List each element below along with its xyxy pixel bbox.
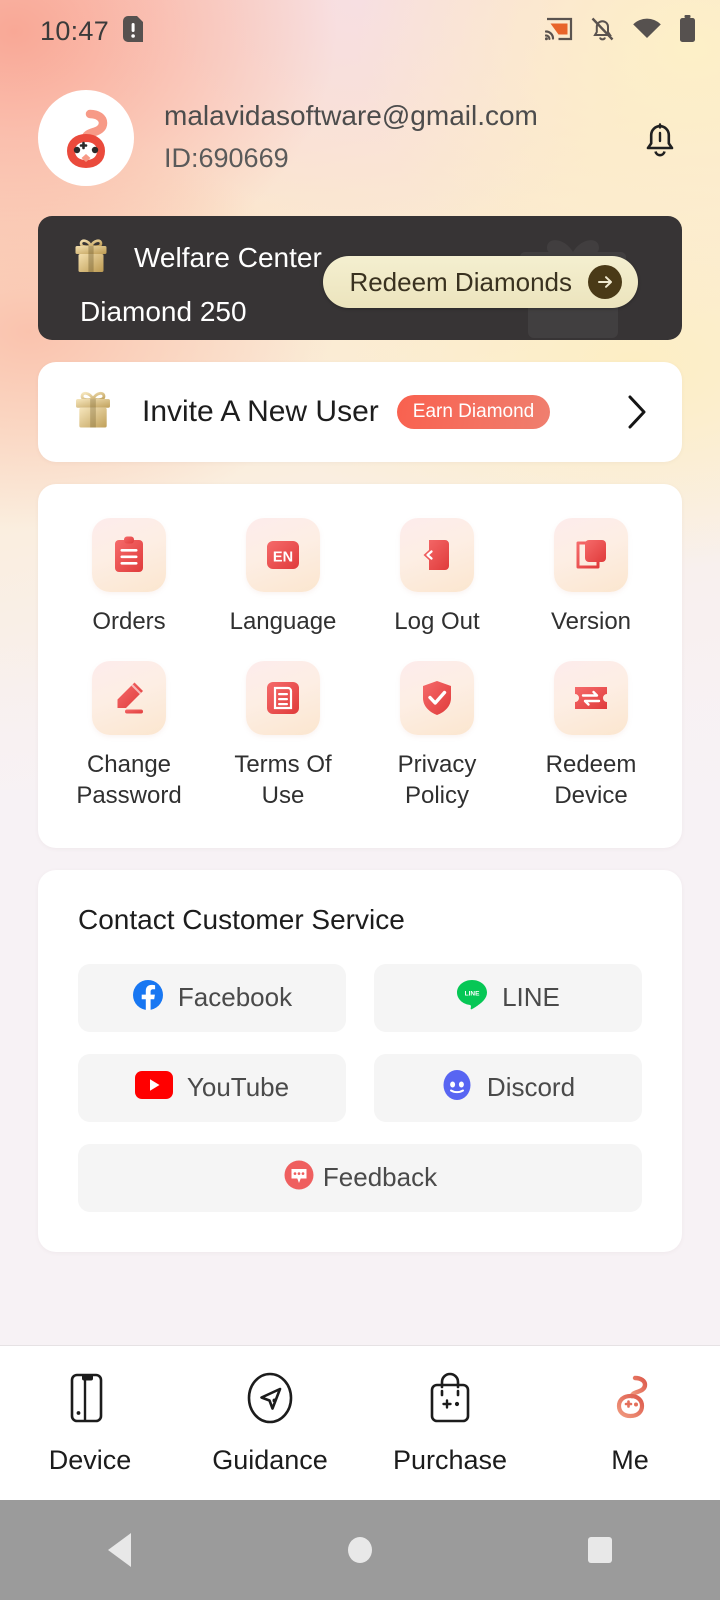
- contact-discord-button[interactable]: Discord: [374, 1053, 642, 1122]
- wifi-icon: [632, 17, 662, 45]
- contact-title: Contact Customer Service: [78, 903, 405, 935]
- menu-grid: Orders EN Language Log Out Version Chang…: [38, 484, 682, 848]
- status-bar: 10:47: [0, 0, 720, 62]
- account-id: ID:690669: [164, 143, 289, 174]
- gift-box-icon: [70, 235, 112, 282]
- app-logo-icon: [602, 1370, 658, 1431]
- redeem-diamonds-label: Redeem Diamonds: [349, 266, 572, 297]
- tab-guidance[interactable]: Guidance: [180, 1370, 360, 1476]
- account-email: malavidasoftware@gmail.com: [164, 99, 538, 131]
- menu-label: Version: [550, 608, 632, 635]
- contact-feedback-button[interactable]: Feedback: [78, 1143, 642, 1212]
- contact-label: Discord: [486, 1072, 576, 1103]
- menu-item-change-password[interactable]: Change Password: [52, 655, 206, 821]
- status-bar-clock: 10:47: [40, 15, 110, 46]
- menu-item-terms-of-use[interactable]: Terms Of Use: [206, 655, 360, 821]
- invite-new-user-card[interactable]: Invite A New User Earn Diamond: [38, 362, 682, 462]
- ticket-swap-icon: [554, 661, 628, 736]
- bottom-tab-bar: Device Guidance Purchase Me: [0, 1345, 720, 1500]
- contact-line-button[interactable]: LINE LINE: [374, 963, 642, 1032]
- document-icon: [246, 661, 320, 736]
- tab-label: Me: [611, 1445, 649, 1475]
- battery-icon: [679, 15, 696, 47]
- menu-item-redeem-device[interactable]: Redeem Device: [514, 655, 668, 821]
- menu-item-log-out[interactable]: Log Out: [360, 512, 514, 647]
- menu-label: Redeem Device: [545, 751, 637, 810]
- back-triangle-icon[interactable]: [0, 1531, 240, 1569]
- svg-text:LINE: LINE: [465, 991, 480, 998]
- tab-label: Purchase: [392, 1445, 508, 1475]
- contact-row-2: YouTube Discord: [78, 1053, 642, 1122]
- avatar[interactable]: [38, 90, 134, 186]
- home-circle-icon[interactable]: [240, 1531, 480, 1569]
- clipboard-icon: [92, 518, 166, 592]
- discord-icon: [441, 1069, 473, 1106]
- compass-navigate-icon: [242, 1370, 298, 1431]
- cast-icon: [544, 17, 573, 46]
- contact-buttons: Facebook LINE LINE YouTube Discord Feedb…: [78, 963, 642, 1212]
- menu-item-version[interactable]: Version: [514, 512, 668, 647]
- menu-item-orders[interactable]: Orders: [52, 512, 206, 647]
- account-header: malavidasoftware@gmail.com ID:690669: [0, 62, 720, 186]
- contact-label: Facebook: [177, 982, 293, 1013]
- gift-box-icon: [70, 387, 116, 438]
- logout-icon: [400, 518, 474, 592]
- pencil-edit-icon: [92, 661, 166, 736]
- contact-label: Feedback: [322, 1162, 438, 1193]
- tab-me[interactable]: Me: [540, 1370, 720, 1476]
- contact-label: LINE: [502, 982, 560, 1013]
- menu-label: Orders: [92, 608, 166, 635]
- menu-label: Change Password: [76, 751, 182, 810]
- notification-bell-icon[interactable]: [632, 107, 688, 169]
- line-icon: LINE: [456, 979, 488, 1016]
- redeem-diamonds-button[interactable]: Redeem Diamonds: [323, 256, 638, 308]
- menu-item-language[interactable]: EN Language: [206, 512, 360, 647]
- status-bar-right: [544, 15, 696, 47]
- menu-label: Language: [229, 608, 337, 635]
- youtube-icon: [134, 1071, 173, 1104]
- language-en-icon: EN: [246, 518, 320, 592]
- arrow-right-circle-icon: [588, 265, 622, 299]
- chevron-right-icon[interactable]: [624, 392, 658, 432]
- feedback-chat-icon: [283, 1159, 315, 1196]
- device-phone-icon: [64, 1370, 116, 1431]
- recents-square-icon[interactable]: [480, 1531, 720, 1569]
- welfare-title: Welfare Center: [134, 242, 322, 273]
- contact-row-1: Facebook LINE LINE: [78, 963, 642, 1032]
- tab-label: Device: [48, 1445, 132, 1475]
- menu-label: Privacy Policy: [397, 751, 477, 810]
- earn-diamond-badge: Earn Diamond: [396, 395, 551, 429]
- facebook-icon: [132, 979, 164, 1016]
- invite-label: Invite A New User: [142, 395, 379, 428]
- svg-text:EN: EN: [273, 550, 293, 566]
- menu-label: Log Out: [394, 608, 480, 635]
- account-info: malavidasoftware@gmail.com ID:690669: [164, 96, 632, 180]
- contact-label: YouTube: [186, 1072, 290, 1103]
- menu-grid-card: Orders EN Language Log Out Version Chang…: [38, 484, 682, 848]
- menu-label: Terms Of Use: [234, 751, 332, 810]
- tab-device[interactable]: Device: [0, 1370, 180, 1476]
- status-bar-left: 10:47: [40, 15, 144, 47]
- contact-customer-service-card: Contact Customer Service Facebook LINE L…: [38, 869, 682, 1252]
- menu-item-privacy-policy[interactable]: Privacy Policy: [360, 655, 514, 821]
- layers-icon: [554, 518, 628, 592]
- shopping-bag-icon: [424, 1370, 476, 1431]
- tab-purchase[interactable]: Purchase: [360, 1370, 540, 1476]
- contact-row-3: Feedback: [78, 1143, 642, 1212]
- welfare-center-banner[interactable]: Welfare Center Diamond 250 Redeem Diamon…: [38, 216, 682, 340]
- android-navigation-bar: [0, 1500, 720, 1600]
- contact-youtube-button[interactable]: YouTube: [78, 1053, 346, 1122]
- tab-label: Guidance: [212, 1445, 328, 1475]
- shield-check-icon: [400, 661, 474, 736]
- sim-card-alert-icon: [123, 15, 144, 47]
- notifications-off-icon: [590, 16, 615, 47]
- contact-facebook-button[interactable]: Facebook: [78, 963, 346, 1032]
